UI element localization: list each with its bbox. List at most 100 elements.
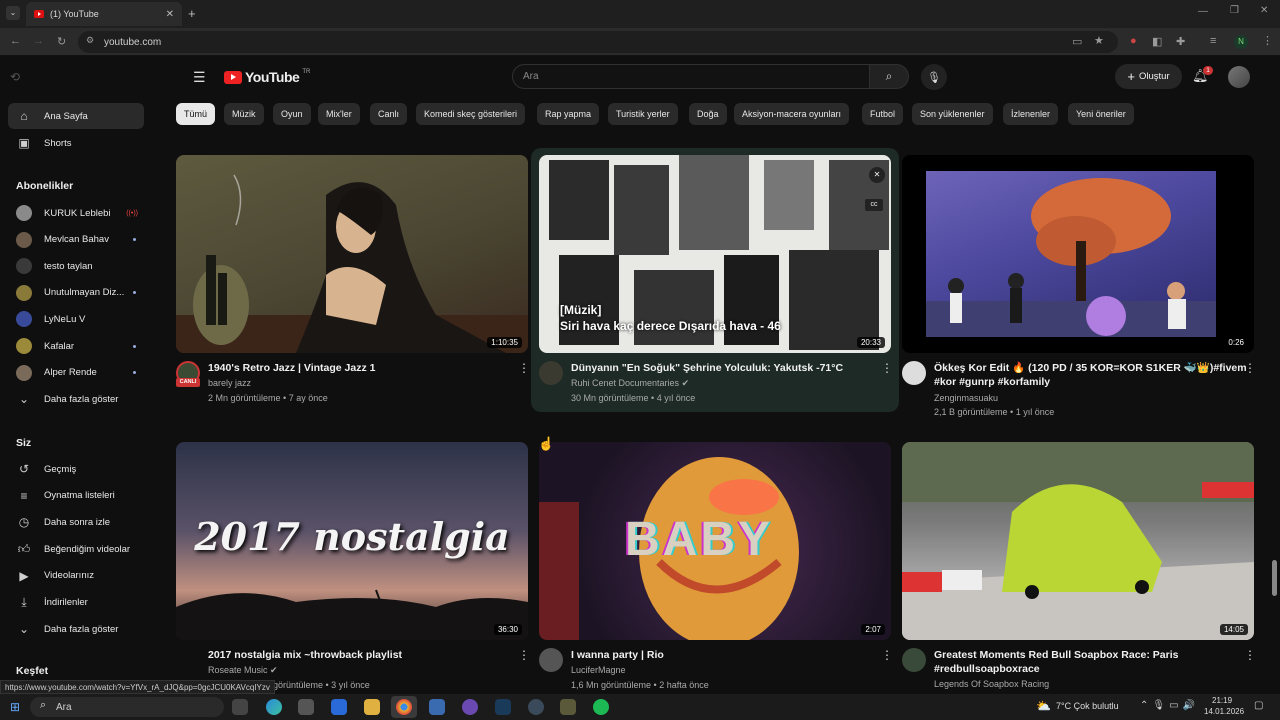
sidebar-item[interactable]: Alper Rende [8, 360, 144, 386]
more-actions-icon[interactable]: ⋮ [518, 648, 530, 662]
app-4-icon[interactable] [560, 699, 576, 715]
sidebar-item[interactable]: ⌄ Daha fazla göster [8, 386, 144, 412]
filter-chip[interactable]: Yeni öneriler [1068, 103, 1134, 125]
edge-icon[interactable] [266, 699, 282, 715]
store-icon[interactable] [298, 699, 314, 715]
sidebar-item[interactable]: testo taylan [8, 253, 144, 279]
guide-menu-icon[interactable]: ☰ [193, 69, 206, 86]
more-actions-icon[interactable]: ⋮ [1244, 648, 1256, 662]
site-info-icon[interactable]: ⚙ [86, 35, 94, 46]
filter-chip[interactable]: Turistik yerler [608, 103, 678, 125]
media-control-icon[interactable]: ≡ [1210, 35, 1216, 47]
clock-date[interactable]: 14.01.2026 [1204, 707, 1244, 716]
extension-icon[interactable]: ● [1130, 35, 1137, 47]
taskbar-search[interactable]: Ara [30, 697, 224, 717]
back-icon[interactable]: ← [10, 35, 21, 47]
channel-name[interactable]: Legends Of Soapbox Racing [934, 677, 1049, 692]
channel-avatar[interactable] [539, 361, 563, 385]
clock-time[interactable]: 21:19 [1212, 696, 1232, 705]
close-tab-icon[interactable]: ✕ [166, 9, 174, 20]
sidebar-item[interactable]: Unutulmayan Diz... [8, 280, 144, 306]
sidebar-item[interactable]: ≡ Oynatma listeleri [8, 483, 144, 509]
captions-icon[interactable]: cc [865, 199, 883, 211]
subscriptions-heading[interactable]: Abonelikler [16, 180, 73, 192]
video-thumbnail[interactable]: BABY 2:07 [539, 442, 891, 640]
sidebar-item[interactable]: KURUK Leblebi ((•)) [8, 200, 144, 226]
filter-chip[interactable]: Tümü [176, 103, 216, 125]
system-tray-icons[interactable]: ⌃🎙▭🔊 [1140, 700, 1199, 711]
voice-search-button[interactable]: 🎙 [921, 64, 947, 90]
extension-2-icon[interactable]: ◧ [1152, 35, 1162, 48]
sidebar-item[interactable]: ⌂ Ana Sayfa [8, 103, 144, 129]
video-title[interactable]: 1940's Retro Jazz | Vintage Jazz 1 [208, 361, 508, 375]
video-title[interactable]: 2017 nostalgia mix ~throwback playlist [208, 648, 508, 662]
video-thumbnail[interactable]: 1:10:35 [176, 155, 528, 353]
filter-chip[interactable]: Mix'ler [318, 103, 360, 125]
spotify-icon[interactable] [593, 699, 609, 715]
filter-chip[interactable]: Canlı [370, 103, 408, 125]
video-title[interactable]: Dünyanın "En Soğuk" Şehrine Yolculuk: Ya… [571, 361, 871, 375]
bookmark-star-icon[interactable]: ★ [1094, 34, 1104, 47]
filter-chip[interactable]: İzlenenler [1003, 103, 1059, 125]
sidebar-item[interactable]: 👍︎ Beğendiğim videolar [8, 536, 144, 562]
app-2-icon[interactable] [462, 699, 478, 715]
video-thumbnail[interactable]: 0:26 [902, 155, 1254, 353]
restore-button[interactable]: ❐ [1230, 5, 1239, 16]
app-icon[interactable] [429, 699, 445, 715]
chrome-icon[interactable] [396, 699, 412, 715]
youtube-logo[interactable]: YouTube TR [224, 69, 310, 85]
sidebar-item[interactable]: ⌄ Daha fazla göster [8, 616, 144, 642]
search-input[interactable]: Ara [512, 64, 870, 89]
filter-chip[interactable]: Oyun [273, 103, 311, 125]
sidebar-item[interactable]: ◷ Daha sonra izle [8, 509, 144, 535]
filter-chip[interactable]: Son yüklenenler [912, 103, 993, 125]
mute-icon[interactable]: ✕ [869, 167, 885, 183]
sidebar-item[interactable]: LyNeLu V [8, 306, 144, 332]
sidebar-item[interactable]: Kafalar [8, 333, 144, 359]
create-button[interactable]: + Oluştur [1115, 64, 1182, 89]
browser-menu-icon[interactable]: ⋮ [1262, 34, 1273, 47]
video-thumbnail[interactable]: [Müzik] Siri hava kaç derece Dışarıda ha… [539, 155, 891, 353]
video-title[interactable]: I wanna party | Rio [571, 648, 871, 662]
minimize-button[interactable]: — [1198, 6, 1208, 17]
account-avatar[interactable] [1228, 66, 1250, 88]
filter-chip[interactable]: Müzik [224, 103, 264, 125]
channel-name[interactable]: LuciferMagne [571, 663, 626, 678]
video-title[interactable]: Ökkeş Kor Edit 🔥 (120 PD / 35 KOR=KOR S1… [934, 361, 1247, 375]
new-tab-button[interactable]: + [188, 6, 196, 21]
channel-name[interactable]: barely jazz [208, 376, 251, 391]
app-3-icon[interactable] [528, 699, 544, 715]
video-thumbnail[interactable]: 14:05 [902, 442, 1254, 640]
close-window-button[interactable]: ✕ [1260, 5, 1268, 16]
more-actions-icon[interactable]: ⋮ [881, 648, 893, 662]
sidebar-item[interactable]: Mevlcan Bahav [8, 227, 144, 253]
channel-name[interactable]: Roseate Music ✔ [208, 663, 278, 678]
browser-tab[interactable]: (1) YouTube ✕ [26, 2, 182, 26]
channel-avatar[interactable] [902, 361, 926, 385]
page-scrollbar[interactable] [1272, 560, 1277, 596]
you-heading[interactable]: Siz [16, 437, 31, 449]
more-actions-icon[interactable]: ⋮ [1244, 361, 1256, 375]
sidebar-item[interactable]: ⤓ İndirilenler [8, 590, 144, 616]
video-title-line-2[interactable]: #kor #gunrp #korfamily [934, 375, 1234, 389]
notification-center-icon[interactable]: ▢ [1254, 700, 1263, 711]
forward-icon[interactable]: → [33, 35, 44, 47]
tab-list-button[interactable]: ⌄ [6, 6, 20, 20]
channel-name[interactable]: Zenginmasuaku [934, 391, 998, 406]
sidebar-item[interactable]: ▣ Shorts [8, 130, 144, 156]
video-title[interactable]: Greatest Moments Red Bull Soapbox Race: … [934, 648, 1234, 662]
search-button[interactable]: ⌕ [869, 64, 909, 89]
channel-avatar[interactable] [539, 648, 563, 672]
more-actions-icon[interactable]: ⋮ [881, 361, 893, 375]
video-title-line-2[interactable]: #redbullsoapboxrace [934, 662, 1234, 676]
channel-name[interactable]: Ruhi Cenet Documentaries ✔ [571, 376, 689, 391]
profile-avatar[interactable]: N [1234, 35, 1248, 49]
more-actions-icon[interactable]: ⋮ [518, 361, 530, 375]
channel-avatar[interactable] [902, 648, 926, 672]
task-view-icon[interactable] [232, 699, 248, 715]
steam-icon[interactable] [495, 699, 511, 715]
url-field[interactable]: youtube.com [78, 31, 1118, 53]
install-app-icon[interactable]: ▭ [1072, 35, 1082, 48]
video-thumbnail[interactable]: 2017 nostalgia 36:30 [176, 442, 528, 640]
sidebar-item[interactable]: ↺ Geçmiş [8, 456, 144, 482]
